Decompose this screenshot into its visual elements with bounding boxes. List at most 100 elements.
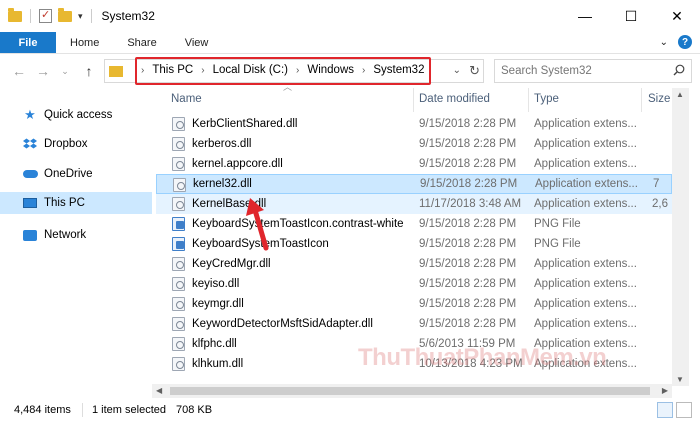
png-file-icon <box>172 217 185 231</box>
file-name: KeyCredMgr.dll <box>192 258 271 270</box>
file-name: kernel32.dll <box>193 178 252 190</box>
scroll-down-icon[interactable]: ▼ <box>676 375 684 384</box>
file-row[interactable]: kernel.appcore.dll 9/15/2018 2:28 PM App… <box>156 154 672 174</box>
dropbox-icon <box>22 137 38 151</box>
file-date: 11/17/2018 3:48 AM <box>419 198 522 210</box>
cloud-icon <box>22 167 38 181</box>
chevron-right-icon[interactable]: › <box>201 65 204 76</box>
file-row[interactable]: KernelBase.dll 11/17/2018 3:48 AM Applic… <box>156 194 672 214</box>
column-header-type[interactable]: Type <box>534 88 559 110</box>
up-arrow-icon[interactable]: ↑ <box>78 60 100 82</box>
large-icons-view-icon[interactable] <box>676 402 692 418</box>
column-header-date[interactable]: Date modified <box>419 88 490 110</box>
details-view-icon[interactable] <box>657 402 673 418</box>
file-row[interactable]: KerbClientShared.dll 9/15/2018 2:28 PM A… <box>156 114 672 134</box>
computer-icon <box>22 196 38 210</box>
file-date: 9/15/2018 2:28 PM <box>419 298 517 310</box>
breadcrumb-this-pc[interactable]: This PC <box>152 64 193 76</box>
file-row[interactable]: KeyCredMgr.dll 9/15/2018 2:28 PM Applica… <box>156 254 672 274</box>
file-name: KerbClientShared.dll <box>192 118 298 130</box>
column-header-size[interactable]: Size <box>648 88 670 110</box>
vertical-scrollbar[interactable]: ▲ ▼ <box>672 88 689 386</box>
file-date: 9/15/2018 2:28 PM <box>420 178 518 190</box>
refresh-icon[interactable]: ↻ <box>469 63 480 79</box>
maximize-button[interactable]: ☐ <box>608 0 654 32</box>
sidebar-item-this-pc[interactable]: This PC <box>0 192 152 214</box>
recent-locations-icon[interactable]: ⌄ <box>54 60 76 82</box>
column-divider[interactable] <box>528 88 529 112</box>
tab-view[interactable]: View <box>171 32 223 53</box>
dll-file-icon <box>172 297 185 311</box>
close-button[interactable]: ✕ <box>654 0 700 32</box>
forward-arrow-icon[interactable]: → <box>32 60 54 82</box>
dll-file-icon <box>172 157 185 171</box>
file-type: Application extens... <box>534 258 637 270</box>
customize-toolbar-icon[interactable]: ▾ <box>78 11 83 22</box>
file-row[interactable]: KeywordDetectorMsftSidAdapter.dll 9/15/2… <box>156 314 672 334</box>
file-type: Application extens... <box>534 158 637 170</box>
status-bar: 4,484 items 1 item selected 708 KB <box>0 398 700 422</box>
column-divider[interactable] <box>641 88 642 112</box>
sidebar-item-dropbox[interactable]: Dropbox <box>0 133 152 155</box>
scroll-thumb[interactable] <box>170 387 650 395</box>
sidebar-item-label: Network <box>44 229 87 241</box>
address-history-icon[interactable]: ⌄ <box>453 65 461 76</box>
tab-file[interactable]: File <box>0 32 56 53</box>
file-type: Application extens... <box>534 198 637 210</box>
tab-home[interactable]: Home <box>56 32 113 53</box>
file-name: klhkum.dll <box>192 358 244 370</box>
scroll-up-icon[interactable]: ▲ <box>676 90 684 99</box>
address-bar[interactable]: › This PC › Local Disk (C:) › Windows › … <box>104 57 484 85</box>
search-box[interactable] <box>494 59 692 83</box>
dll-file-icon <box>172 117 185 131</box>
new-folder-icon[interactable] <box>58 7 72 22</box>
column-divider[interactable] <box>413 88 414 112</box>
file-row[interactable]: keymgr.dll 9/15/2018 2:28 PM Application… <box>156 294 672 314</box>
sidebar-item-network[interactable]: Network <box>0 224 152 246</box>
file-row[interactable]: keyiso.dll 9/15/2018 2:28 PM Application… <box>156 274 672 294</box>
file-row[interactable]: kerberos.dll 9/15/2018 2:28 PM Applicati… <box>156 134 672 154</box>
file-name: keymgr.dll <box>192 298 244 310</box>
sidebar-item-onedrive[interactable]: OneDrive <box>0 163 152 185</box>
properties-icon[interactable] <box>39 8 52 23</box>
chevron-right-icon[interactable]: › <box>141 65 144 76</box>
file-type: PNG File <box>534 218 581 230</box>
file-row-selected[interactable]: kernel32.dll 9/15/2018 2:28 PM Applicati… <box>156 174 672 194</box>
watermark: ThuThuatPhanMem.vn <box>358 344 607 371</box>
dll-file-icon <box>172 197 185 211</box>
sidebar-item-quick-access[interactable]: ★ Quick access <box>0 104 152 126</box>
file-type: Application extens... <box>534 298 637 310</box>
chevron-down-icon[interactable]: ⌄ <box>660 37 668 48</box>
status-divider <box>82 403 83 417</box>
breadcrumb-local-disk[interactable]: Local Disk (C:) <box>213 64 288 76</box>
dll-file-icon <box>172 357 185 371</box>
scroll-left-icon[interactable]: ◀ <box>156 386 162 395</box>
search-input[interactable] <box>495 65 665 77</box>
breadcrumb-system32[interactable]: System32 <box>373 64 424 76</box>
scroll-right-icon[interactable]: ▶ <box>662 386 668 395</box>
ribbon-right-controls: ⌄ ? <box>660 35 692 49</box>
column-header-name[interactable]: Name <box>171 88 202 110</box>
folder-icon[interactable] <box>8 7 22 22</box>
tab-share[interactable]: Share <box>113 32 170 53</box>
file-type: PNG File <box>534 238 581 250</box>
file-row[interactable]: KeyboardSystemToastIcon.contrast-white 9… <box>156 214 672 234</box>
search-icon[interactable] <box>673 64 685 76</box>
chevron-right-icon[interactable]: › <box>362 65 365 76</box>
file-date: 9/15/2018 2:28 PM <box>419 238 517 250</box>
folder-icon <box>109 65 123 77</box>
chevron-right-icon[interactable]: › <box>296 65 299 76</box>
file-name: klfphc.dll <box>192 338 237 350</box>
horizontal-scrollbar[interactable]: ◀ ▶ <box>152 384 672 398</box>
selection-size: 708 KB <box>176 404 213 416</box>
network-icon <box>22 228 38 242</box>
dll-file-icon <box>172 257 185 271</box>
minimize-button[interactable]: — <box>562 0 608 32</box>
breadcrumb-windows[interactable]: Windows <box>307 64 354 76</box>
help-icon[interactable]: ? <box>678 35 692 49</box>
file-row[interactable]: KeyboardSystemToastIcon 9/15/2018 2:28 P… <box>156 234 672 254</box>
file-date: 9/15/2018 2:28 PM <box>419 158 517 170</box>
back-arrow-icon[interactable]: ← <box>8 60 30 82</box>
sidebar-item-label: OneDrive <box>44 168 93 180</box>
annotation-arrow-icon <box>246 198 269 251</box>
